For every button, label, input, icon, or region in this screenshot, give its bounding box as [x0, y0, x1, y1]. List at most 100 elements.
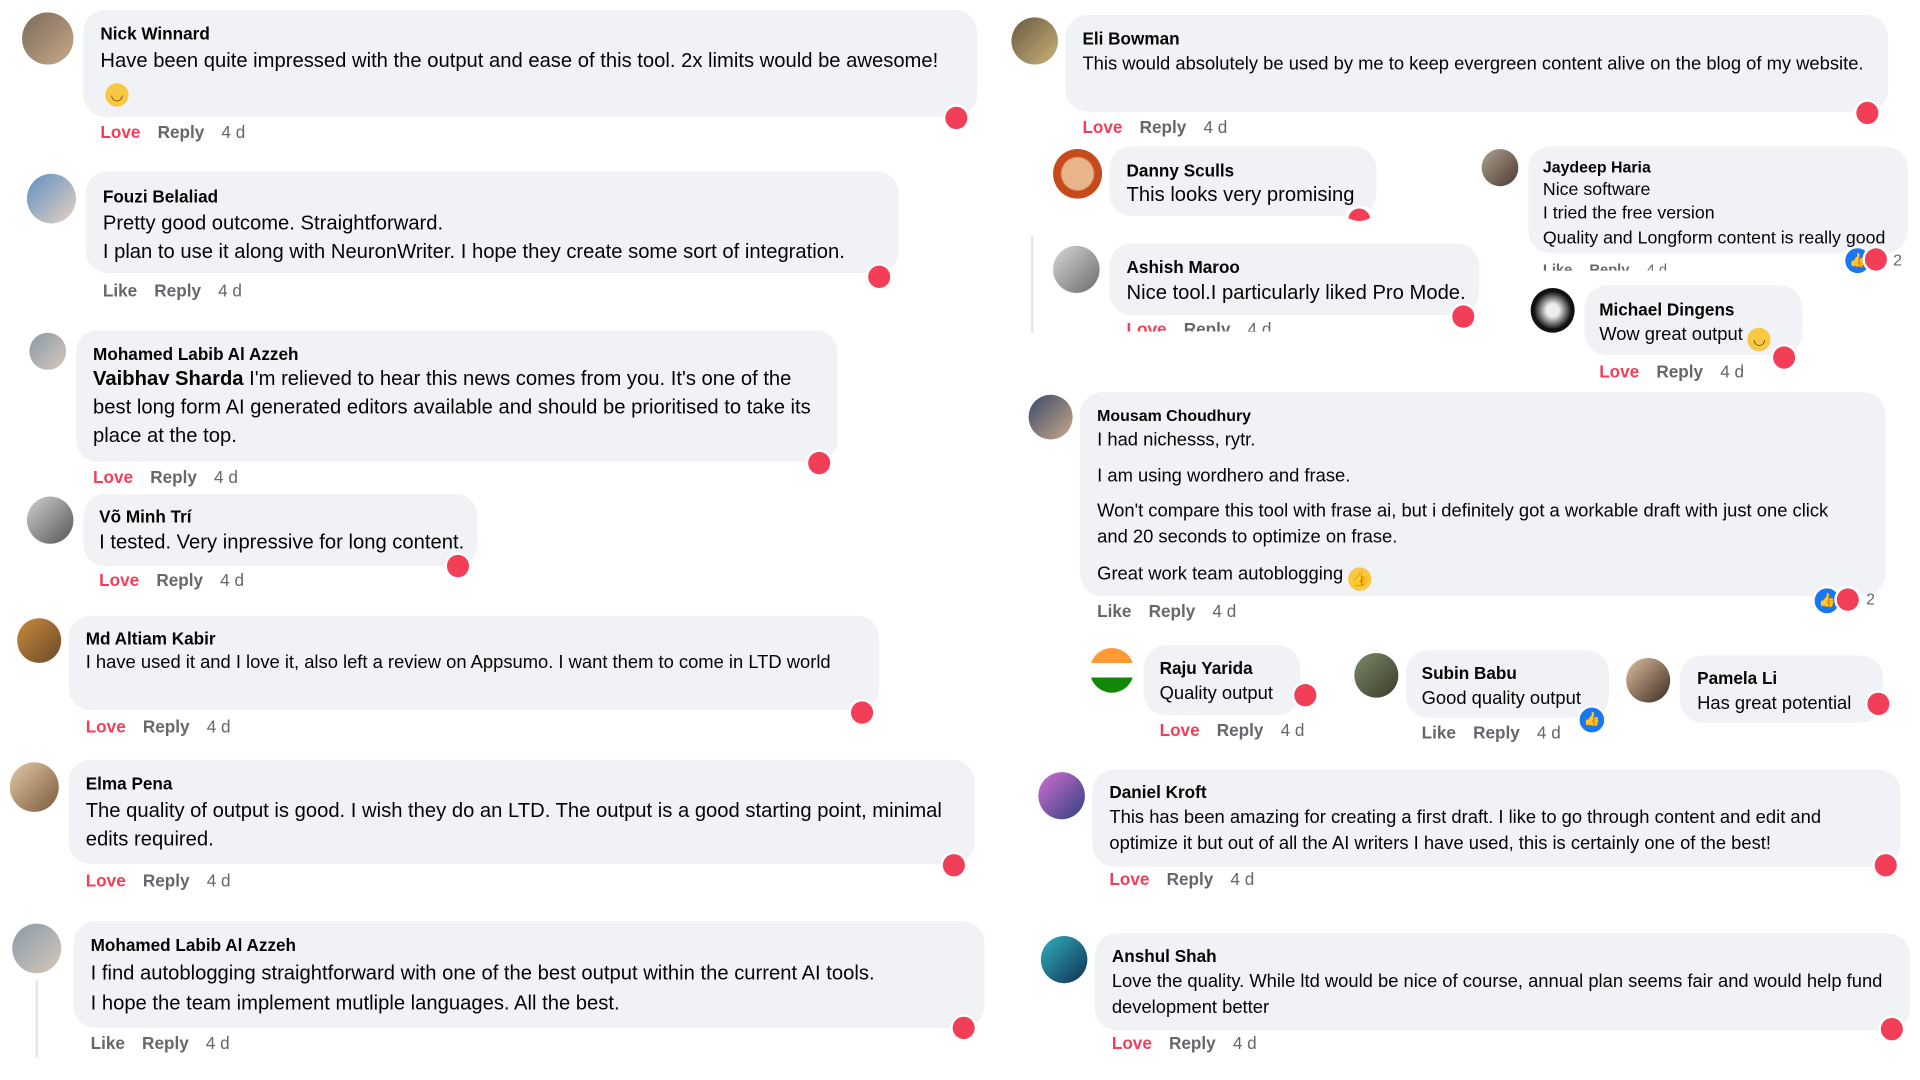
reply-button[interactable]: Reply [1149, 601, 1196, 621]
love-reaction-icon[interactable] [950, 1014, 978, 1042]
commenter-name[interactable]: Mohamed Labib Al Azzeh [93, 344, 298, 364]
reply-button[interactable]: Reply [1140, 117, 1187, 137]
love-button[interactable]: Love [100, 122, 140, 142]
mention-link[interactable]: Vaibhav Sharda [93, 367, 243, 389]
avatar[interactable] [17, 618, 62, 663]
commenter-name[interactable]: Subin Babu [1422, 663, 1517, 683]
timestamp[interactable]: 4 d [207, 870, 231, 890]
commenter-name[interactable]: Mousam Choudhury [1097, 406, 1251, 425]
commenter-name[interactable]: Danny Sculls [1127, 160, 1235, 180]
avatar[interactable] [1626, 657, 1671, 703]
commenter-name[interactable]: Eli Bowman [1082, 29, 1179, 49]
love-reaction-icon[interactable] [1864, 690, 1892, 718]
love-reaction-icon[interactable] [1878, 1015, 1906, 1043]
love-reaction-icon[interactable] [1291, 681, 1319, 709]
reply-button[interactable]: Reply [1184, 319, 1231, 331]
reply-button[interactable]: Reply [1169, 1033, 1216, 1053]
avatar[interactable] [1028, 394, 1073, 440]
avatar[interactable] [1530, 288, 1575, 333]
reply-button[interactable]: Reply [143, 716, 190, 736]
reply-button[interactable]: Reply [156, 570, 203, 590]
reply-button[interactable]: Reply [1656, 361, 1703, 381]
love-reaction-icon[interactable] [805, 449, 833, 477]
timestamp[interactable]: 4 d [1212, 601, 1236, 621]
avatar[interactable] [29, 332, 67, 370]
love-reaction-icon[interactable] [1862, 245, 1890, 274]
timestamp[interactable]: 4 d [218, 281, 242, 301]
avatar[interactable] [1053, 148, 1103, 199]
reply-button[interactable]: Reply [1217, 720, 1264, 740]
love-button[interactable]: Love [86, 716, 126, 736]
avatar[interactable] [22, 12, 74, 65]
love-reaction-icon[interactable] [942, 104, 970, 132]
like-button[interactable]: Like [1097, 601, 1131, 621]
love-button[interactable]: Love [1599, 361, 1639, 381]
reply-button[interactable]: Reply [158, 122, 205, 142]
like-button[interactable]: Like [103, 281, 137, 301]
love-button[interactable]: Love [1109, 869, 1149, 889]
reply-button[interactable]: Reply [150, 467, 197, 487]
love-reaction-icon[interactable] [848, 698, 876, 727]
reply-button[interactable]: Reply [1473, 722, 1520, 742]
commenter-name[interactable]: Md Altiam Kabir [86, 628, 216, 648]
commenter-name[interactable]: Võ Minh Trí [99, 506, 191, 526]
timestamp[interactable]: 4 d [207, 716, 231, 736]
timestamp[interactable]: 4 d [1647, 261, 1667, 271]
reply-button[interactable]: Reply [143, 870, 190, 890]
commenter-name[interactable]: Raju Yarida [1160, 658, 1253, 678]
avatar[interactable] [1354, 652, 1399, 698]
avatar[interactable] [9, 762, 59, 812]
love-reaction-icon[interactable] [1872, 851, 1900, 879]
love-button[interactable]: Love [93, 467, 133, 487]
love-reaction-icon[interactable] [1834, 585, 1862, 614]
avatar[interactable] [1481, 148, 1519, 187]
like-button[interactable]: Like [1422, 722, 1456, 742]
avatar[interactable] [26, 173, 76, 224]
love-button[interactable]: Love [1112, 1033, 1152, 1053]
reply-button[interactable]: Reply [154, 281, 201, 301]
avatar[interactable] [1053, 245, 1100, 293]
commenter-name[interactable]: Daniel Kroft [1109, 782, 1206, 802]
timestamp[interactable]: 4 d [221, 122, 245, 142]
love-reaction-icon[interactable] [1770, 343, 1798, 372]
timestamp[interactable]: 4 d [214, 467, 238, 487]
timestamp[interactable]: 4 d [1281, 720, 1305, 740]
love-button[interactable]: Love [1160, 720, 1200, 740]
love-button[interactable]: Love [1082, 117, 1122, 137]
timestamp[interactable]: 4 d [1230, 869, 1254, 889]
love-button[interactable]: Love [86, 870, 126, 890]
commenter-name[interactable]: Jaydeep Haria [1543, 158, 1651, 177]
love-reaction-icon[interactable] [865, 263, 893, 291]
love-reaction-icon[interactable] [940, 851, 968, 879]
timestamp[interactable]: 4 d [1248, 319, 1272, 331]
commenter-name[interactable]: Ashish Maroo [1127, 257, 1240, 277]
reply-button[interactable]: Reply [142, 1033, 189, 1053]
timestamp[interactable]: 4 d [1203, 117, 1227, 137]
love-reaction-icon[interactable] [1853, 99, 1881, 127]
avatar[interactable] [12, 923, 62, 974]
commenter-name[interactable]: Elma Pena [86, 773, 173, 793]
reaction-count[interactable]: 2 [1866, 590, 1875, 609]
love-button[interactable]: Love [1127, 319, 1167, 331]
timestamp[interactable]: 4 d [1233, 1033, 1257, 1053]
love-reaction-icon[interactable] [1449, 302, 1477, 331]
reply-button[interactable]: Reply [1167, 869, 1214, 889]
avatar[interactable] [1089, 648, 1134, 693]
commenter-name[interactable]: Nick Winnard [100, 24, 209, 44]
avatar[interactable] [26, 496, 74, 544]
avatar[interactable] [1011, 17, 1058, 65]
timestamp[interactable]: 4 d [1720, 361, 1744, 381]
commenter-name[interactable]: Mohamed Labib Al Azzeh [91, 935, 296, 955]
avatar[interactable] [1040, 936, 1088, 984]
love-reaction-icon[interactable] [444, 552, 472, 580]
timestamp[interactable]: 4 d [1537, 722, 1561, 742]
commenter-name[interactable]: Pamela Li [1697, 668, 1777, 688]
love-reaction-icon[interactable] [1345, 206, 1373, 221]
reply-button[interactable]: Reply [1589, 261, 1629, 271]
commenter-name[interactable]: Fouzi Belaliad [103, 186, 218, 206]
like-button[interactable]: Like [91, 1033, 125, 1053]
commenter-name[interactable]: Michael Dingens [1599, 299, 1734, 319]
commenter-name[interactable]: Anshul Shah [1112, 946, 1217, 966]
love-button[interactable]: Love [99, 570, 139, 590]
timestamp[interactable]: 4 d [220, 570, 244, 590]
